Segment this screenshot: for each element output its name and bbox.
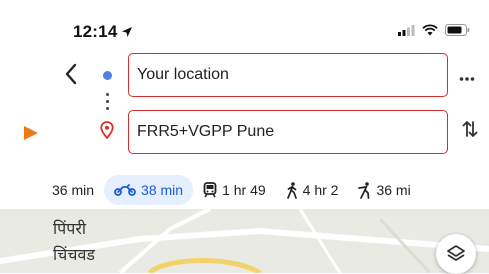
mode-ride-service[interactable]: 36 mi: [348, 175, 420, 205]
travel-mode-bar: 36 min 38 min 1 hr 49 4 hr 2 36 mi: [52, 175, 421, 205]
ride-service-icon: [358, 181, 370, 199]
mode-walk-label: 4 hr 2: [302, 182, 339, 198]
mode-two-wheeler-label: 38 min: [141, 182, 184, 198]
map-place-label-line1: पिंपरी: [53, 221, 87, 238]
destination-pin-icon: [100, 121, 114, 144]
status-time: 12:14: [73, 22, 133, 42]
mode-drive[interactable]: 36 min: [52, 175, 104, 205]
origin-input[interactable]: Your location: [128, 53, 448, 97]
transit-icon: [203, 182, 217, 198]
mode-transit[interactable]: 1 hr 49: [193, 175, 276, 205]
status-time-text: 12:14: [73, 22, 118, 41]
route-connector: [106, 93, 109, 110]
more-horizontal-icon: [459, 77, 475, 81]
destination-input[interactable]: FRR5+VGPP Pune: [128, 110, 448, 154]
walk-icon: [286, 181, 297, 199]
map-layers-button[interactable]: [436, 234, 476, 274]
location-arrow-icon: [122, 27, 133, 37]
chevron-left-icon: [65, 63, 77, 85]
back-button[interactable]: [64, 62, 78, 91]
wifi-icon: [422, 24, 438, 36]
mode-transit-label: 1 hr 49: [222, 182, 266, 198]
more-options-button[interactable]: [459, 66, 475, 87]
origin-dot-icon: [103, 71, 112, 80]
map-place-label-line2: चिंचवड: [53, 247, 95, 264]
origin-input-value: Your location: [137, 66, 229, 83]
destination-input-value: FRR5+VGPP Pune: [137, 123, 275, 140]
mode-walk[interactable]: 4 hr 2: [276, 175, 349, 205]
signal-icon: [398, 24, 415, 36]
mode-ride-service-label: 36 mi: [376, 182, 411, 198]
motorbike-icon: [114, 184, 136, 196]
battery-icon: [445, 24, 470, 36]
mode-two-wheeler[interactable]: 38 min: [104, 175, 194, 205]
mode-drive-label: 36 min: [52, 182, 95, 198]
layers-icon: [447, 245, 465, 261]
swap-button[interactable]: [462, 119, 478, 144]
pointer-arrow-icon: [24, 126, 38, 140]
swap-vertical-icon: [462, 121, 478, 137]
status-indicators: [398, 24, 470, 36]
